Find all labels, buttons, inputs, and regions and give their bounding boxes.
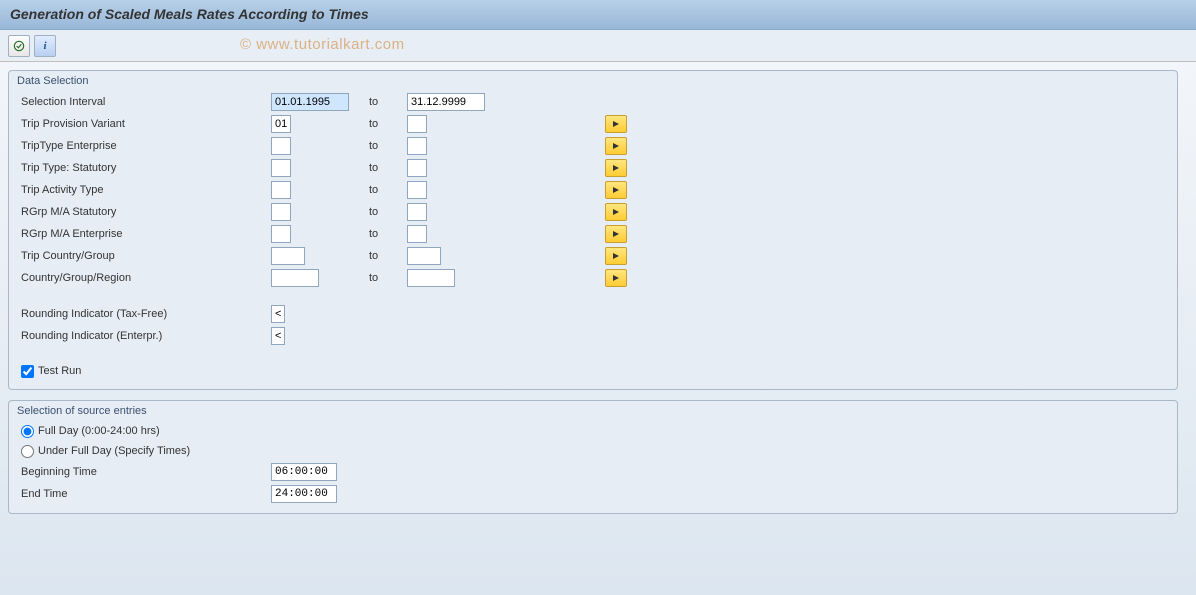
- input-variant-to[interactable]: [407, 115, 427, 133]
- input-region-from[interactable]: [271, 269, 319, 287]
- radio-full-day[interactable]: [21, 425, 34, 438]
- info-button[interactable]: i: [34, 35, 56, 57]
- input-stat-to[interactable]: [407, 159, 427, 177]
- to-label: to: [369, 250, 407, 262]
- row-rgrp-statutory: RGrp M/A Statutory to: [9, 201, 1177, 223]
- row-rgrp-enterprise: RGrp M/A Enterprise to: [9, 223, 1177, 245]
- label-region: Country/Group/Region: [21, 272, 271, 284]
- input-ent-from[interactable]: [271, 137, 291, 155]
- input-variant-from[interactable]: [271, 115, 291, 133]
- input-rstat-to[interactable]: [407, 203, 427, 221]
- group-data-selection: Data Selection Selection Interval to Tri…: [8, 70, 1178, 390]
- input-act-to[interactable]: [407, 181, 427, 199]
- to-label: to: [369, 206, 407, 218]
- watermark: © www.tutorialkart.com: [240, 36, 405, 53]
- multiple-selection-button[interactable]: [605, 203, 627, 221]
- group-title-source-entries: Selection of source entries: [9, 401, 1177, 421]
- input-rstat-from[interactable]: [271, 203, 291, 221]
- to-label: to: [369, 162, 407, 174]
- row-trip-activity-type: Trip Activity Type to: [9, 179, 1177, 201]
- to-label: to: [369, 118, 407, 130]
- label-country-group: Trip Country/Group: [21, 250, 271, 262]
- input-interval-to[interactable]: [407, 93, 485, 111]
- row-rounding-enterprise: Rounding Indicator (Enterpr.): [9, 325, 1177, 347]
- to-label: to: [369, 228, 407, 240]
- row-end-time: End Time: [9, 483, 1177, 505]
- content-area: Data Selection Selection Interval to Tri…: [0, 62, 1196, 532]
- group-source-entries: Selection of source entries Full Day (0:…: [8, 400, 1178, 514]
- to-label: to: [369, 96, 407, 108]
- row-triptype-enterprise: TripType Enterprise to: [9, 135, 1177, 157]
- label-end-time: End Time: [21, 488, 271, 500]
- multiple-selection-button[interactable]: [605, 225, 627, 243]
- input-region-to[interactable]: [407, 269, 455, 287]
- label-beginning-time: Beginning Time: [21, 466, 271, 478]
- page-title: Generation of Scaled Meals Rates Accordi…: [0, 0, 1196, 30]
- label-round-ent: Rounding Indicator (Enterpr.): [21, 330, 271, 342]
- input-rent-to[interactable]: [407, 225, 427, 243]
- multiple-selection-button[interactable]: [605, 269, 627, 287]
- row-test-run: Test Run: [9, 361, 1177, 381]
- to-label: to: [369, 184, 407, 196]
- group-title-data-selection: Data Selection: [9, 71, 1177, 91]
- label-full-day: Full Day (0:00-24:00 hrs): [38, 425, 160, 437]
- row-country-group-region: Country/Group/Region to: [9, 267, 1177, 289]
- input-stat-from[interactable]: [271, 159, 291, 177]
- row-trip-provision-variant: Trip Provision Variant to: [9, 113, 1177, 135]
- label-triptype-ent: TripType Enterprise: [21, 140, 271, 152]
- to-label: to: [369, 140, 407, 152]
- label-test-run: Test Run: [38, 365, 81, 377]
- label-rgrp-stat: RGrp M/A Statutory: [21, 206, 271, 218]
- input-beginning-time[interactable]: [271, 463, 337, 481]
- label-variant: Trip Provision Variant: [21, 118, 271, 130]
- input-round-taxfree[interactable]: [271, 305, 285, 323]
- label-under-full-day: Under Full Day (Specify Times): [38, 445, 190, 457]
- input-ent-to[interactable]: [407, 137, 427, 155]
- multiple-selection-button[interactable]: [605, 137, 627, 155]
- input-interval-from[interactable]: [271, 93, 349, 111]
- label-round-taxfree: Rounding Indicator (Tax-Free): [21, 308, 271, 320]
- label-selection-interval: Selection Interval: [21, 96, 271, 108]
- row-full-day: Full Day (0:00-24:00 hrs): [9, 421, 1177, 441]
- input-round-ent[interactable]: [271, 327, 285, 345]
- row-triptype-statutory: Trip Type: Statutory to: [9, 157, 1177, 179]
- checkbox-test-run[interactable]: [21, 365, 34, 378]
- multiple-selection-button[interactable]: [605, 181, 627, 199]
- multiple-selection-button[interactable]: [605, 247, 627, 265]
- input-end-time[interactable]: [271, 485, 337, 503]
- label-triptype-stat: Trip Type: Statutory: [21, 162, 271, 174]
- label-activity: Trip Activity Type: [21, 184, 271, 196]
- input-cgroup-to[interactable]: [407, 247, 441, 265]
- to-label: to: [369, 272, 407, 284]
- row-beginning-time: Beginning Time: [9, 461, 1177, 483]
- input-act-from[interactable]: [271, 181, 291, 199]
- row-rounding-taxfree: Rounding Indicator (Tax-Free): [9, 303, 1177, 325]
- multiple-selection-button[interactable]: [605, 115, 627, 133]
- multiple-selection-button[interactable]: [605, 159, 627, 177]
- label-rgrp-ent: RGrp M/A Enterprise: [21, 228, 271, 240]
- toolbar: i © www.tutorialkart.com: [0, 30, 1196, 62]
- row-selection-interval: Selection Interval to: [9, 91, 1177, 113]
- row-trip-country-group: Trip Country/Group to: [9, 245, 1177, 267]
- radio-under-full-day[interactable]: [21, 445, 34, 458]
- input-cgroup-from[interactable]: [271, 247, 305, 265]
- row-under-full-day: Under Full Day (Specify Times): [9, 441, 1177, 461]
- execute-button[interactable]: [8, 35, 30, 57]
- input-rent-from[interactable]: [271, 225, 291, 243]
